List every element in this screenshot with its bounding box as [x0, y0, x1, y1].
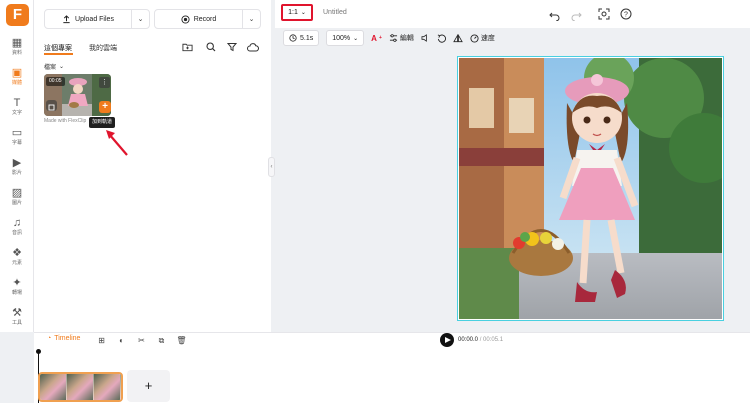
timeline-clip[interactable] [38, 372, 123, 402]
screenshot-icon[interactable] [598, 7, 610, 25]
trash-icon[interactable]: 🗑 [176, 335, 187, 346]
add-to-track-tooltip: 加到軌道 [89, 117, 116, 128]
add-to-track-button[interactable]: + [99, 101, 111, 113]
more-options-icon[interactable]: ⋮ [99, 77, 110, 88]
rail-item-轉場[interactable]: ✦ 轉場 [0, 276, 34, 302]
upload-files-button[interactable]: Upload Files ⌄ [44, 9, 150, 29]
filter-icon[interactable] [225, 40, 239, 54]
speed-icon [470, 33, 479, 43]
app-logo[interactable]: F [6, 4, 29, 26]
edit-button[interactable]: 編輯 [389, 33, 414, 43]
ai-magic-icon[interactable]: A + [371, 34, 382, 43]
rail-item-文字[interactable]: T 文字 [0, 96, 34, 122]
thumbnail-caption: Made with FlexClip [44, 118, 87, 124]
tab-this-project[interactable]: 這個專案 [44, 43, 72, 53]
rail-item-字幕[interactable]: ▭ 字幕 [0, 126, 34, 152]
record-label: Record [193, 15, 217, 23]
chevron-down-icon: ⌄ [300, 10, 306, 16]
text-icon: T [13, 97, 21, 109]
record-options-chevron[interactable]: ⌄ [242, 10, 260, 28]
timeline-label[interactable]: ◔ Timeline [47, 335, 80, 342]
scissors-icon[interactable]: ✂ [136, 335, 147, 346]
record-icon [181, 14, 190, 24]
file-type-dropdown[interactable]: 檔案 ⌄ [44, 62, 64, 71]
undo-icon[interactable] [549, 8, 560, 26]
new-folder-icon[interactable] [180, 40, 194, 54]
music-icon: ♫ [12, 217, 22, 229]
aspect-ratio-dropdown[interactable]: 1:1 ⌄ [281, 4, 313, 21]
image-icon: ▨ [11, 187, 23, 199]
active-tab-underline [44, 53, 73, 55]
clock-icon [289, 34, 297, 42]
thumbnail-duration: 00:05 [46, 77, 65, 86]
rail-item-工具[interactable]: ⚒ 工具 [0, 306, 34, 332]
chevron-down-icon: ⌄ [59, 64, 65, 70]
redo-icon[interactable] [571, 8, 582, 26]
rail-item-資料[interactable]: ▦ 資料 [0, 36, 34, 62]
help-icon[interactable]: ? [620, 7, 632, 25]
subtitle-icon: ▭ [11, 127, 23, 139]
grid-icon: ▦ [11, 37, 23, 49]
timecode: 00:00.0 / 00:05.1 [458, 337, 504, 343]
canvas-toolbar: 5.1s 100% ⌄ A + 編輯 速度 [283, 30, 495, 46]
rotate-icon[interactable] [437, 33, 446, 43]
project-title[interactable]: Untitled [323, 9, 347, 16]
cloud-icon[interactable] [246, 40, 260, 54]
effects-icon: ✦ [12, 277, 22, 289]
rail-item-媒體[interactable]: ▣ 媒體 [0, 66, 34, 92]
rail-item-影片[interactable]: ▶ 影片 [0, 156, 34, 182]
playhead-handle[interactable] [36, 349, 41, 354]
timeline-tools: ⊞ ◐ ✂ ⧉ 🗑 [96, 335, 187, 346]
tab-my-cloud[interactable]: 我的雲端 [89, 43, 117, 53]
chevron-down-icon: ⌄ [353, 35, 359, 42]
folder-icon: ▣ [11, 67, 23, 79]
add-scene-button[interactable]: + [127, 370, 170, 402]
volume-icon[interactable] [421, 34, 430, 42]
upload-files-label: Upload Files [75, 15, 114, 23]
video-icon: ▶ [12, 157, 22, 169]
search-icon[interactable] [204, 40, 218, 54]
flip-icon[interactable] [453, 33, 463, 43]
tools-icon: ⚒ [12, 307, 22, 319]
speed-button[interactable]: 速度 [470, 33, 495, 43]
rail-item-圖片[interactable]: ▨ 圖片 [0, 186, 34, 212]
preview-image [459, 53, 739, 319]
zoom-dropdown[interactable]: 100% ⌄ [326, 30, 365, 46]
rail-item-音訊[interactable]: ♫ 音訊 [0, 216, 34, 242]
upload-icon [63, 14, 70, 23]
upload-options-chevron[interactable]: ⌄ [131, 10, 149, 28]
preview-canvas[interactable] [457, 53, 739, 321]
add-scene-icon[interactable]: ⊞ [96, 335, 107, 346]
elements-icon: ❖ [12, 247, 22, 259]
red-arrow-annotation [106, 130, 128, 156]
record-button[interactable]: Record ⌄ [154, 9, 261, 29]
svg-text:?: ? [624, 12, 628, 19]
rail-item-元素[interactable]: ❖ 元素 [0, 246, 34, 272]
split-icon[interactable]: ◐ [116, 335, 127, 346]
timeline-icon: ◔ [47, 335, 52, 342]
duplicate-icon[interactable]: ⧉ [156, 335, 167, 346]
replace-icon[interactable] [46, 100, 57, 111]
play-button[interactable] [440, 333, 454, 347]
collapse-panel-handle[interactable]: ‹ [268, 157, 275, 177]
sliders-icon [389, 34, 397, 42]
duration-control[interactable]: 5.1s [283, 30, 320, 46]
